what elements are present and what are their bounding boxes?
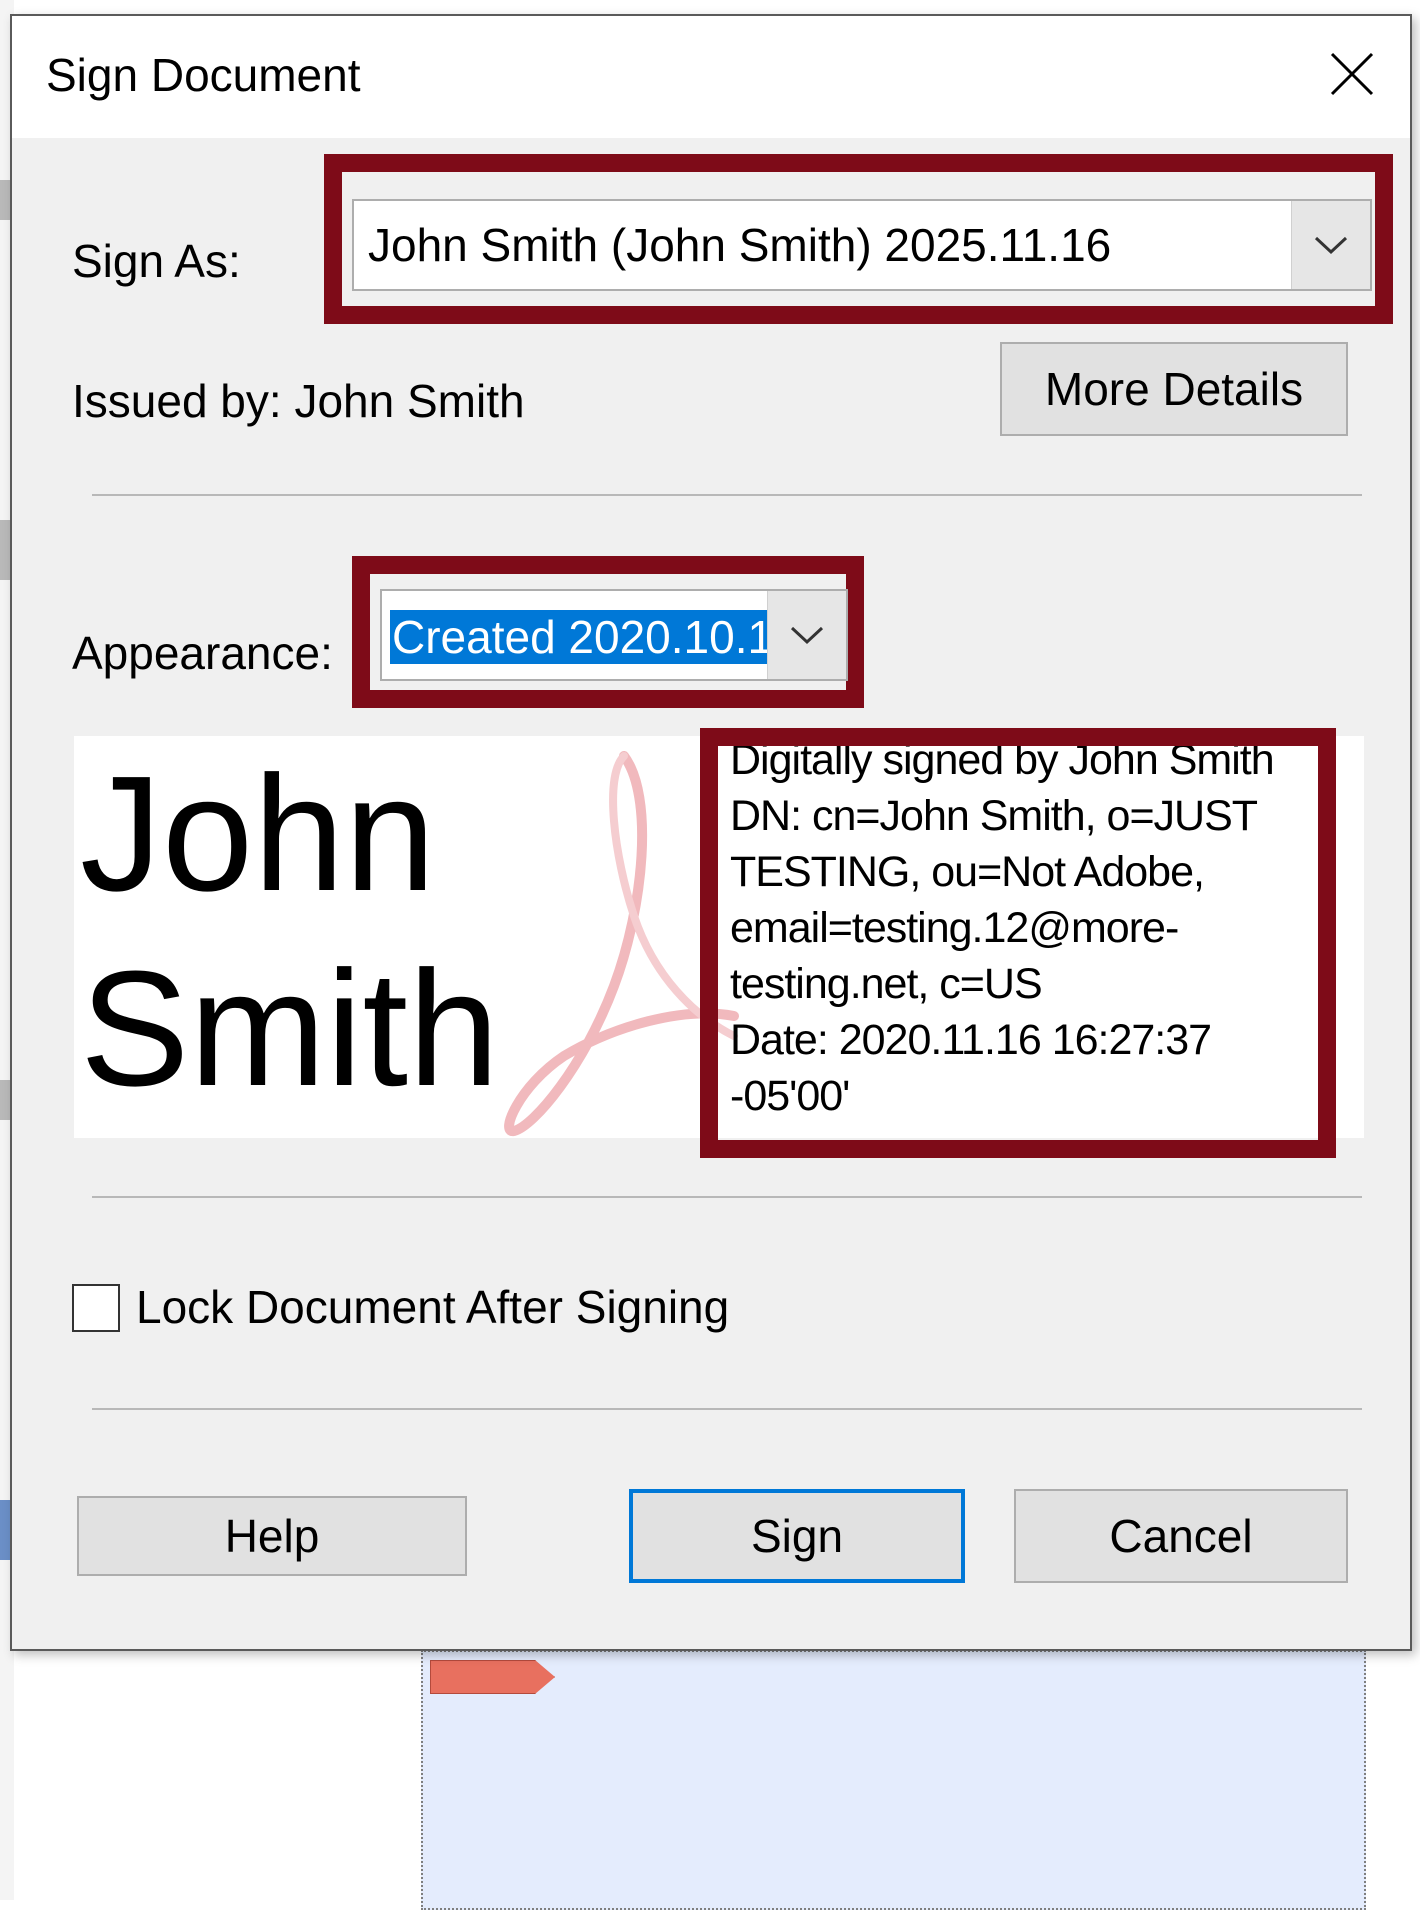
appearance-dropdown[interactable]: Created 2020.10.12 — [380, 589, 848, 681]
sign-button[interactable]: Sign — [629, 1489, 965, 1583]
sign-as-dropdown[interactable]: John Smith (John Smith) 2025.11.16 — [352, 199, 1372, 291]
signature-name-last: Smith — [80, 937, 500, 1120]
highlight-box-signature-details — [700, 728, 1336, 1158]
more-details-label: More Details — [1044, 363, 1304, 415]
help-button[interactable]: Help — [77, 1496, 467, 1576]
more-details-button[interactable]: More Details — [1000, 342, 1348, 436]
separator — [92, 494, 1362, 496]
cancel-button-label: Cancel — [1109, 1510, 1253, 1562]
background-sign-here-tag — [430, 1660, 555, 1694]
dialog-title: Sign Document — [46, 49, 361, 101]
background-mark — [0, 180, 10, 220]
sign-as-value: John Smith (John Smith) 2025.11.16 — [368, 219, 1112, 271]
lock-document-label[interactable]: Lock Document After Signing — [136, 1280, 729, 1334]
close-icon — [1330, 52, 1374, 96]
background-mark — [0, 1500, 10, 1560]
background-mark — [0, 520, 10, 580]
sign-as-label: Sign As: — [72, 235, 241, 287]
appearance-value: Created 2020.10.12 — [390, 609, 767, 664]
chevron-down-icon — [1314, 236, 1348, 255]
signature-name: John Smith — [80, 736, 499, 1126]
sign-document-dialog: Sign Document Sign As: John Smith (John … — [10, 14, 1412, 1651]
sign-button-label: Sign — [750, 1510, 844, 1562]
separator — [92, 1196, 1362, 1198]
signature-name-first: John — [80, 742, 436, 925]
dialog-titlebar: Sign Document — [12, 16, 1410, 138]
appearance-value-wrap: Created 2020.10.12 — [382, 606, 767, 664]
cancel-button[interactable]: Cancel — [1014, 1489, 1348, 1583]
separator — [92, 1408, 1362, 1410]
background-signature-field — [421, 1650, 1366, 1910]
issued-by-text: Issued by: John Smith — [72, 375, 525, 427]
background-mark — [0, 1080, 10, 1120]
dropdown-button[interactable] — [1291, 201, 1370, 289]
close-button[interactable] — [1312, 34, 1392, 114]
appearance-label: Appearance: — [72, 627, 333, 679]
chevron-down-icon — [790, 626, 824, 645]
dropdown-button[interactable] — [767, 591, 846, 679]
help-button-label: Help — [224, 1510, 320, 1562]
lock-document-checkbox[interactable] — [72, 1284, 120, 1332]
